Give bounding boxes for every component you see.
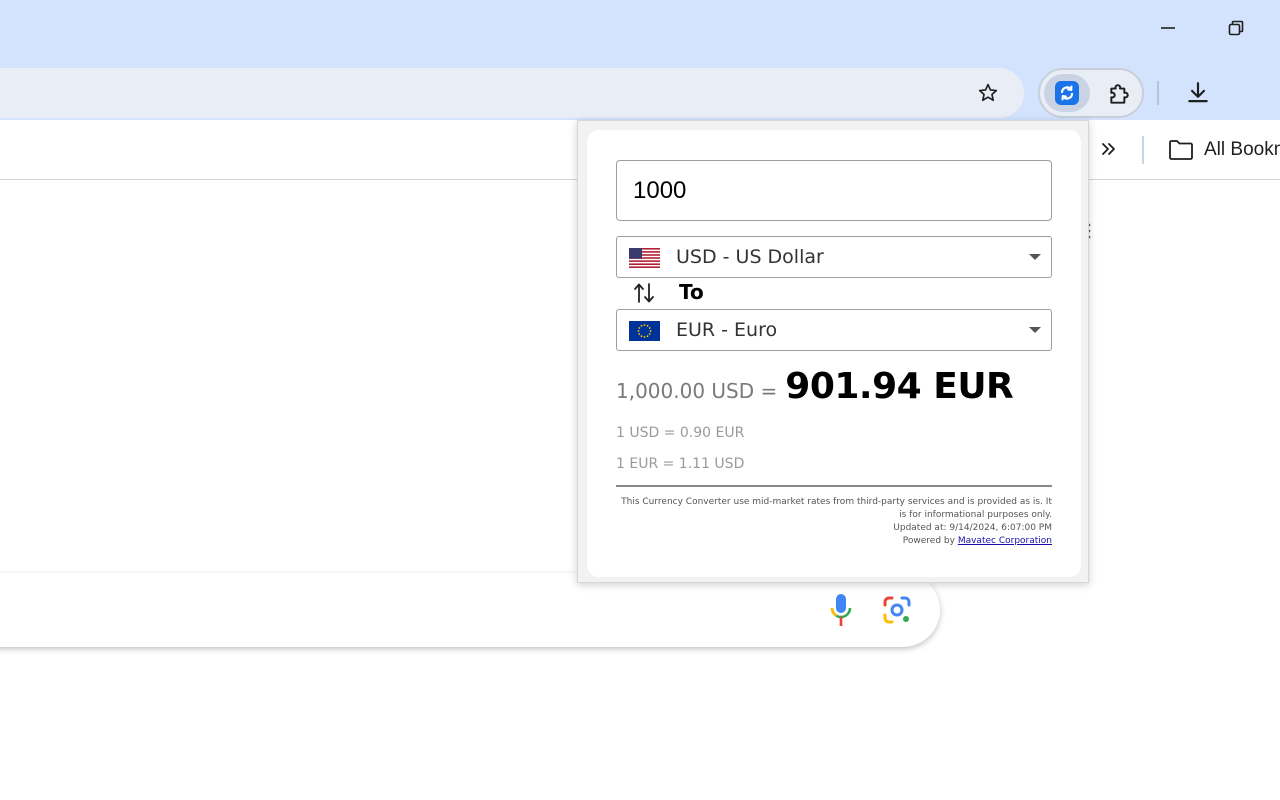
puzzle-icon [1110, 84, 1129, 104]
from-currency-select[interactable]: USD - US Dollar [616, 236, 1052, 278]
star-icon [978, 83, 998, 102]
disclaimer: This Currency Converter use mid-market r… [616, 496, 1052, 548]
all-bookmarks-label: All Bookm [1204, 139, 1280, 160]
currency-converter-icon [1055, 81, 1079, 105]
minimize-button[interactable] [1150, 10, 1186, 46]
address-bar[interactable] [0, 68, 1024, 118]
powered-by: Powered by Mavatec Corporation [616, 535, 1052, 548]
title-bar [0, 0, 1280, 59]
updated-at: Updated at: 9/14/2024, 6:07:00 PM [893, 523, 1052, 533]
chevron-down-icon [1029, 327, 1041, 333]
result-to-amount: 901.94 EUR [785, 366, 1014, 407]
toolbar-divider [1157, 81, 1159, 105]
chevron-down-icon [1029, 254, 1041, 260]
to-currency-select[interactable]: EUR - Euro [616, 309, 1052, 351]
bookmark-star-button[interactable] [972, 77, 1004, 109]
disclaimer-line-2: is for informational purposes only. [899, 510, 1052, 520]
to-label: To [679, 280, 704, 304]
search-box[interactable] [0, 573, 940, 647]
google-lens-icon[interactable] [882, 595, 912, 625]
bookmarks-overflow-button[interactable] [1096, 136, 1122, 162]
restore-icon [1228, 20, 1244, 36]
result-from-amount: 1,000.00 USD = [616, 379, 778, 403]
all-bookmarks-button[interactable]: All Bookm [1168, 136, 1280, 164]
from-currency-label: USD - US Dollar [676, 246, 824, 268]
double-chevron-icon [1102, 143, 1115, 155]
powered-by-prefix: Powered by [902, 536, 955, 546]
download-icon [1188, 82, 1208, 103]
conversion-result: 1,000.00 USD = 901.94 EUR [616, 366, 1014, 410]
divider [616, 485, 1052, 487]
rate-usd-eur: 1 USD = 0.90 EUR [616, 425, 745, 441]
extensions-menu-button[interactable] [1102, 76, 1138, 112]
currency-converter-extension-button[interactable] [1044, 74, 1090, 112]
amount-input[interactable]: 1000 [616, 160, 1052, 221]
minimize-icon [1161, 27, 1175, 29]
powered-by-link[interactable]: Mavatec Corporation [958, 536, 1052, 546]
extensions-group [1038, 68, 1144, 118]
bookmarks-divider [1142, 136, 1144, 164]
folder-icon [1169, 140, 1193, 160]
extension-popup: 1000 USD - US Dollar To EUR - Euro 1,000… [577, 120, 1089, 583]
us-flag-icon [629, 248, 660, 268]
swap-icon[interactable] [633, 281, 655, 305]
disclaimer-line-1: This Currency Converter use mid-market r… [621, 497, 1052, 507]
currency-converter-panel: 1000 USD - US Dollar To EUR - Euro 1,000… [587, 130, 1081, 577]
downloads-button[interactable] [1180, 75, 1216, 111]
microphone-icon[interactable] [830, 593, 852, 627]
restore-button[interactable] [1218, 10, 1254, 46]
to-currency-label: EUR - Euro [676, 319, 778, 341]
toolbar [0, 59, 1280, 120]
eu-flag-icon [629, 321, 660, 341]
rate-eur-usd: 1 EUR = 1.11 USD [616, 456, 745, 472]
